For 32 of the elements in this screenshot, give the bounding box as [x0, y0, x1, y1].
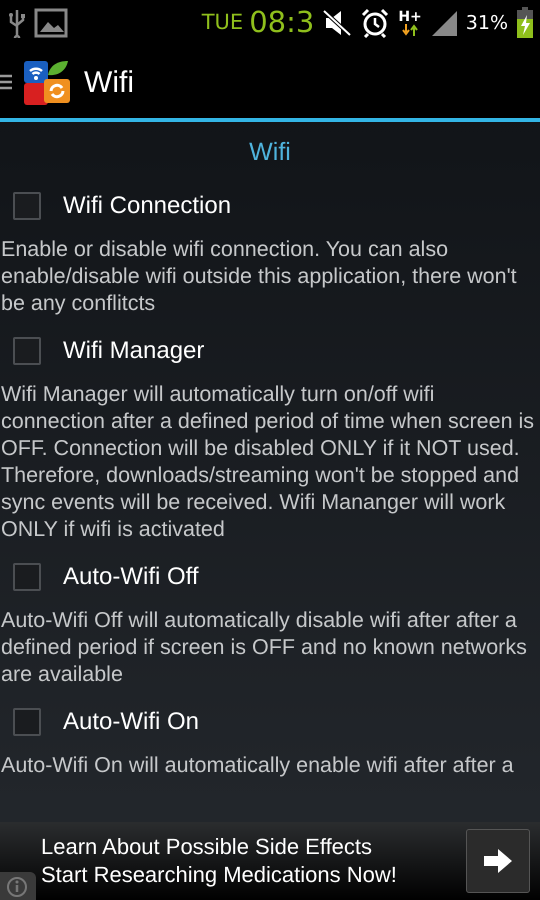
- data-arrows-icon: [402, 24, 418, 36]
- arrow-button[interactable]: [466, 829, 530, 893]
- setting-title[interactable]: Auto-Wifi On: [63, 704, 200, 740]
- setting-description: Enable or disable wifi connection. You can also enable/disable wifi outside this application, there won't be any conflitcts: [0, 236, 518, 316]
- setting-description: Wifi Manager will automatically turn on/off wifi connection after a defined period of time when screen is OFF. Connection will be disabled ONLY if it NOT used. Therefore, downloads/streaming won't be stopped and sync events will be received. Wifi Mananger will work ONLY if wifi is activated: [0, 380, 536, 542]
- ad-text: Learn About Possible Side Effects: [41, 833, 372, 861]
- alarm-icon: [360, 8, 390, 38]
- setting-description: Auto-Wifi Off will automatically disable wifi after after a defined period if screen is OFF and no known networks are available: [0, 606, 528, 688]
- network-type: H+: [398, 10, 422, 24]
- signal-icon: [430, 9, 458, 37]
- battery-charging-icon: [516, 7, 534, 39]
- menu-icon[interactable]: [0, 72, 12, 92]
- checkbox[interactable]: [13, 192, 41, 220]
- info-icon[interactable]: [0, 872, 36, 900]
- clock-time: 08:3: [249, 4, 314, 42]
- setting-title[interactable]: Wifi Manager: [63, 332, 204, 368]
- checkbox[interactable]: [13, 562, 41, 590]
- day-text: TUE: [202, 9, 244, 36]
- ad-text: Start Researching Medications Now!: [41, 861, 397, 889]
- setting-title[interactable]: Auto-Wifi Off: [63, 558, 199, 594]
- image-icon: [34, 8, 68, 38]
- arrow-icon: [482, 848, 514, 874]
- ad-banner[interactable]: Learn About Possible Side Effects Start Researching Medications Now!: [0, 822, 540, 900]
- checkbox[interactable]: [13, 336, 41, 364]
- section-title: Wifi: [248, 137, 292, 168]
- checkbox[interactable]: [13, 708, 41, 736]
- battery-percent: 31%: [466, 10, 508, 36]
- setting-title[interactable]: Wifi Connection: [63, 188, 232, 224]
- app-title: Wifi: [84, 64, 134, 100]
- setting-description: Auto-Wifi On will automatically enable wifi after after a: [0, 752, 515, 778]
- usb-icon: [8, 8, 26, 38]
- mute-icon: [322, 9, 352, 37]
